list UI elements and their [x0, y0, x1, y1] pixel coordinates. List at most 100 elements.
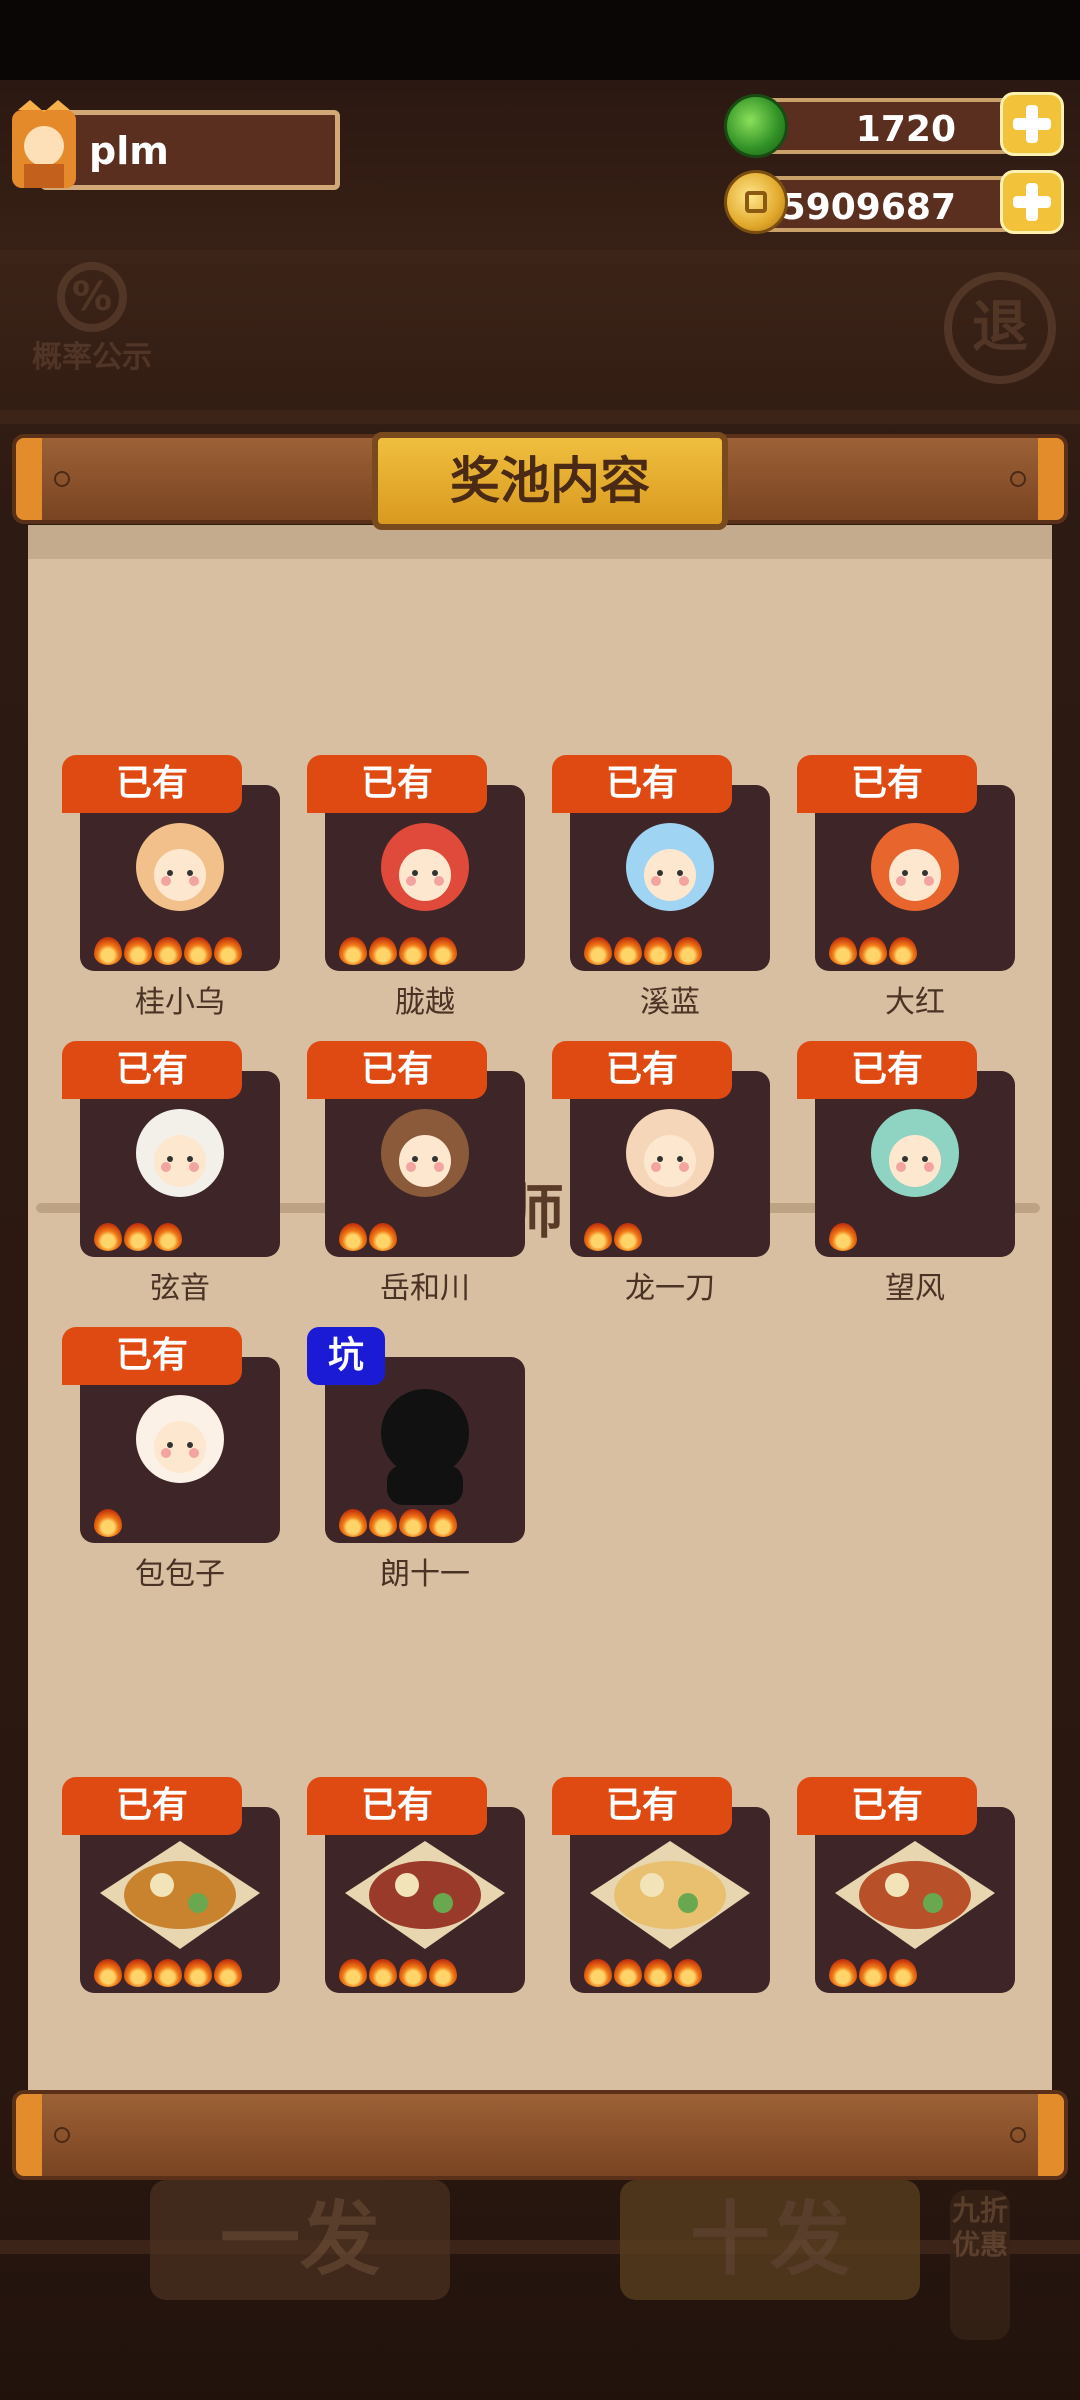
- owned-tag: 已有: [62, 755, 242, 813]
- chef-portrait-icon: [136, 823, 224, 911]
- green-jade-icon: [724, 94, 788, 158]
- flame-icon: [584, 1223, 612, 1251]
- tag-label: 已有: [115, 763, 188, 804]
- flame-rating: [339, 1959, 457, 1989]
- chef-portrait-icon: [381, 823, 469, 911]
- flame-icon: [399, 1509, 427, 1537]
- flame-icon: [584, 1959, 612, 1987]
- recipe-card[interactable]: 已有: [797, 1777, 1015, 1993]
- flame-icon: [889, 937, 917, 965]
- player-name-box[interactable]: plm: [40, 110, 340, 190]
- tag-label: 已有: [115, 1049, 188, 1090]
- recipe-card[interactable]: 已有: [552, 1777, 770, 1993]
- rail: [0, 410, 1080, 424]
- owned-tag: 已有: [62, 1777, 242, 1835]
- flame-icon: [399, 937, 427, 965]
- chef-card[interactable]: 已有弦音: [62, 1041, 280, 1306]
- chef-card[interactable]: 已有 桂小乌: [62, 755, 280, 1020]
- chef-portrait-icon: [871, 823, 959, 911]
- chef-card[interactable]: 已有 大红: [797, 755, 1015, 1020]
- chef-portrait-icon: [871, 1109, 959, 1197]
- chef-avatar-icon[interactable]: [4, 100, 84, 196]
- chef-card[interactable]: 已有包包子: [62, 1327, 280, 1592]
- chef-card[interactable]: 已有 望风: [797, 1041, 1015, 1306]
- chef-card[interactable]: 已有 溪蓝: [552, 755, 770, 1020]
- flame-rating: [584, 1959, 702, 1989]
- flame-icon: [429, 1959, 457, 1987]
- owned-tag: 已有: [307, 1777, 487, 1835]
- percent-gear-icon: %: [57, 262, 127, 332]
- flame-icon: [829, 1959, 857, 1987]
- probability-label: 概率公示: [32, 340, 152, 375]
- panel-title-plate: 奖池内容: [372, 432, 728, 530]
- tag-label: 坑: [327, 1335, 364, 1376]
- flame-icon: [584, 937, 612, 965]
- ten-draw-button[interactable]: 十发: [620, 2180, 920, 2300]
- flame-icon: [859, 1959, 887, 1987]
- owned-tag: 已有: [62, 1041, 242, 1099]
- recipe-portrait-icon: [100, 1841, 260, 1949]
- plus-icon: [1013, 105, 1051, 143]
- flame-icon: [674, 1959, 702, 1987]
- single-draw-label: 一发: [220, 2193, 380, 2286]
- flame-icon: [614, 1959, 642, 1987]
- flame-rating: [339, 937, 457, 967]
- board-cap: [1038, 438, 1064, 520]
- chef-name: 朗十一: [380, 1557, 470, 1592]
- single-draw-button[interactable]: 一发: [150, 2180, 450, 2300]
- rivet: [1010, 2127, 1026, 2143]
- chef-card[interactable]: 已有 龙一刀: [552, 1041, 770, 1306]
- rivet: [1010, 471, 1026, 487]
- chef-portrait-icon: [136, 1109, 224, 1197]
- chef-card[interactable]: 已有 胧越: [307, 755, 525, 1020]
- chef-portrait-icon: [136, 1395, 224, 1483]
- flame-icon: [859, 937, 887, 965]
- tag-label: 已有: [850, 1785, 923, 1826]
- probability-button[interactable]: % 概率公示: [22, 262, 162, 382]
- flame-icon: [124, 937, 152, 965]
- panel-bottom-board: [12, 2090, 1068, 2180]
- flame-icon: [94, 1509, 122, 1537]
- player-name: plm: [89, 129, 169, 173]
- discount-label: 九折优惠: [951, 2194, 1008, 2261]
- add-coin-button[interactable]: [1000, 170, 1064, 234]
- status-bar-area: [0, 0, 1080, 80]
- owned-tag: 已有: [797, 1777, 977, 1835]
- chef-card[interactable]: 已有 岳和川: [307, 1041, 525, 1306]
- recipe-portrait-icon: [345, 1841, 505, 1949]
- owned-tag: 已有: [62, 1327, 242, 1385]
- add-jade-button[interactable]: [1000, 92, 1064, 156]
- tag-label: 已有: [360, 1785, 433, 1826]
- tag-label: 已有: [605, 1785, 678, 1826]
- rivet: [54, 471, 70, 487]
- prize-pool-panel: 厨师 ? 菜谱 ? 已有桂小乌已有胧越已有溪蓝已有大红已有弦音已有岳和川已有龙一…: [28, 525, 1052, 2095]
- flame-rating: [584, 1223, 642, 1253]
- flame-icon: [339, 937, 367, 965]
- flame-icon: [429, 1509, 457, 1537]
- flame-icon: [614, 937, 642, 965]
- flame-icon: [94, 1223, 122, 1251]
- chef-card[interactable]: 坑朗十一: [307, 1327, 525, 1592]
- exit-button[interactable]: 退: [944, 272, 1056, 384]
- panel-shadow: [28, 525, 1052, 559]
- chef-portrait-icon: [381, 1109, 469, 1197]
- board-cap: [1038, 2094, 1064, 2176]
- flame-icon: [184, 937, 212, 965]
- tag-label: 已有: [360, 1049, 433, 1090]
- flame-rating: [94, 1223, 182, 1253]
- ten-draw-label: 十发: [690, 2193, 850, 2286]
- recipe-card[interactable]: 已有: [62, 1777, 280, 1993]
- flame-icon: [339, 1223, 367, 1251]
- flame-icon: [214, 937, 242, 965]
- chef-name: 弦音: [150, 1271, 210, 1306]
- flame-icon: [644, 1959, 672, 1987]
- chef-name: 包包子: [135, 1557, 225, 1592]
- flame-rating: [829, 937, 917, 967]
- recipe-card[interactable]: 已有: [307, 1777, 525, 1993]
- panel-title: 奖池内容: [450, 452, 650, 510]
- flame-icon: [399, 1959, 427, 1987]
- tag-label: 已有: [850, 763, 923, 804]
- owned-tag: 已有: [552, 755, 732, 813]
- owned-tag: 已有: [552, 1777, 732, 1835]
- chef-portrait-icon: [626, 823, 714, 911]
